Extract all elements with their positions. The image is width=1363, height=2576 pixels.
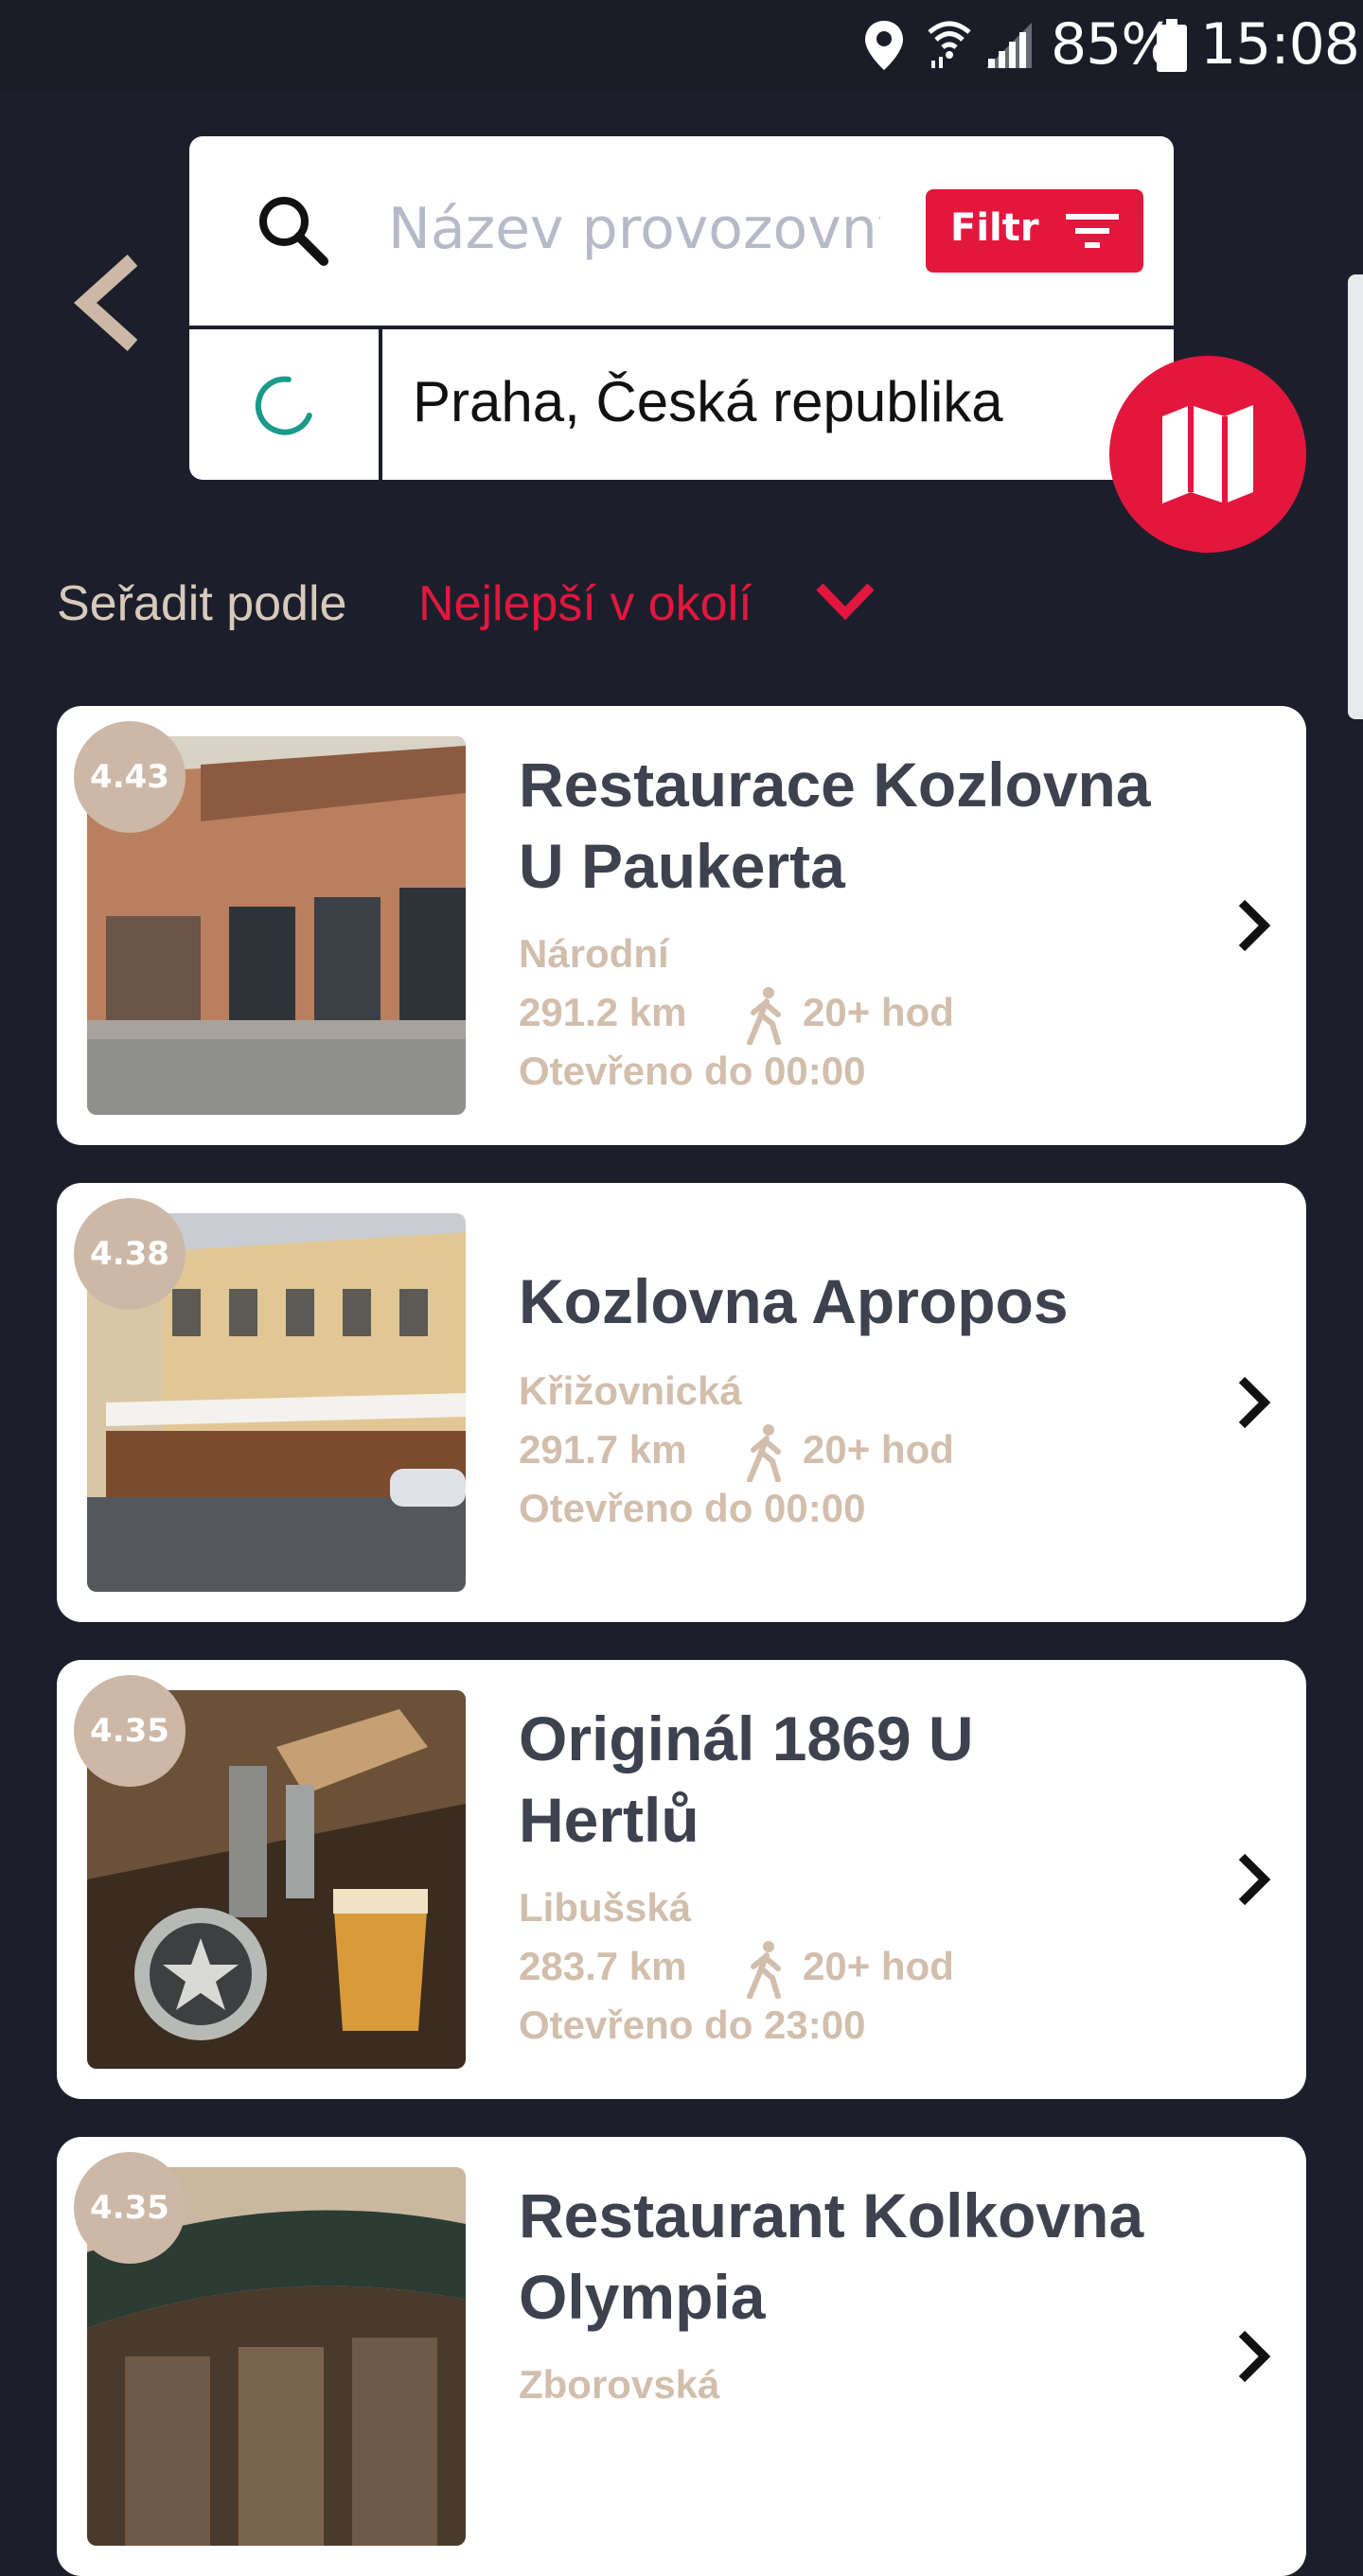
venue-walk-time: 20+ hod: [803, 990, 954, 1034]
search-row: Filtr: [189, 136, 1174, 326]
venue-name-line: Kozlovna Apropos: [519, 1266, 1069, 1336]
venue-street: Libušská: [519, 1885, 692, 1930]
filter-icon: [1066, 214, 1119, 248]
search-icon[interactable]: [256, 193, 331, 269]
walking-icon: [747, 987, 781, 1045]
venue-street: Křižovnická: [519, 1368, 742, 1413]
rating-badge: 4.35: [74, 2152, 186, 2264]
filter-label: Filtr: [950, 206, 1039, 250]
rating-badge: 4.38: [74, 1198, 186, 1310]
chevron-right-icon[interactable]: [1230, 2326, 1278, 2387]
rating-badge: 4.43: [74, 721, 186, 833]
venue-name-line: Originál 1869 U: [519, 1703, 974, 1773]
venue-walk-time: 20+ hod: [803, 1427, 954, 1472]
wifi-icon: [928, 21, 971, 68]
sort-label: Seřadit podle: [57, 576, 347, 631]
venue-hours: Otevřeno do 23:00: [519, 2003, 866, 2047]
walking-icon: [747, 1941, 781, 1999]
location-icon: [865, 21, 903, 70]
status-bar: 85% 15:08: [0, 0, 1363, 93]
back-button[interactable]: [66, 251, 151, 355]
venue-card[interactable]: 4.35 Originál 1869 U Hertlů Libušská 283…: [57, 1660, 1306, 2099]
chevron-right-icon[interactable]: [1230, 895, 1278, 956]
search-input[interactable]: [386, 185, 882, 273]
venue-distance: 291.7 km: [519, 1427, 687, 1472]
venue-name-line: Restaurant Kolkovna: [519, 2180, 1144, 2250]
venue-distance: 291.2 km: [519, 990, 687, 1034]
venue-street: Národní: [519, 931, 669, 976]
map-icon: [1162, 405, 1253, 503]
venue-name: Restaurace Kozlovna U Paukerta: [519, 744, 1219, 907]
location-row[interactable]: Praha, Česká republika: [189, 329, 1174, 480]
venue-name-line: Olympia: [519, 2262, 766, 2332]
chevron-right-icon[interactable]: [1230, 1372, 1278, 1433]
walking-icon: [747, 1424, 781, 1482]
rating-badge: 4.35: [74, 1675, 186, 1787]
venue-name: Originál 1869 U Hertlů: [519, 1698, 1219, 1861]
chevron-down-icon[interactable]: [814, 579, 876, 626]
venue-hours: Otevřeno do 00:00: [519, 1486, 866, 1530]
divider: [379, 329, 382, 480]
venue-name-line: U Paukerta: [519, 831, 845, 901]
venue-street: Zborovská: [519, 2362, 720, 2407]
sort-dropdown[interactable]: Nejlepší v okolí: [418, 575, 752, 632]
venue-name: Kozlovna Apropos: [519, 1261, 1219, 1342]
clock: 15:08: [1200, 11, 1360, 78]
loading-spinner-icon: [255, 376, 312, 435]
scrollbar[interactable]: [1348, 274, 1363, 719]
battery-icon: [1157, 19, 1187, 72]
venue-hours: Otevřeno do 00:00: [519, 1049, 866, 1093]
venue-card[interactable]: 4.43 Restaurace Kozlovna U Paukerta Náro…: [57, 706, 1306, 1145]
venue-walk-time: 20+ hod: [803, 1944, 954, 1988]
venue-distance: 283.7 km: [519, 1944, 687, 1988]
filter-button[interactable]: Filtr: [926, 189, 1143, 273]
map-view-button[interactable]: [1109, 356, 1306, 553]
venue-card[interactable]: 4.35 Restaurant Kolkovna Olympia Zborovs…: [57, 2137, 1306, 2576]
search-panel: Filtr Praha, Česká republika: [189, 136, 1174, 480]
venue-name-line: Restaurace Kozlovna: [519, 750, 1151, 820]
chevron-left-icon: [74, 255, 138, 351]
chevron-right-icon[interactable]: [1230, 1849, 1278, 1910]
venue-name-line: Hertlů: [519, 1785, 699, 1855]
signal-icon: [986, 23, 1032, 68]
battery-percentage: 85%: [1051, 11, 1175, 78]
venue-card[interactable]: 4.38 Kozlovna Apropos Křižovnická 291.7 …: [57, 1183, 1306, 1622]
location-field[interactable]: Praha, Česká republika: [413, 369, 1003, 434]
venue-name: Restaurant Kolkovna Olympia: [519, 2175, 1219, 2338]
